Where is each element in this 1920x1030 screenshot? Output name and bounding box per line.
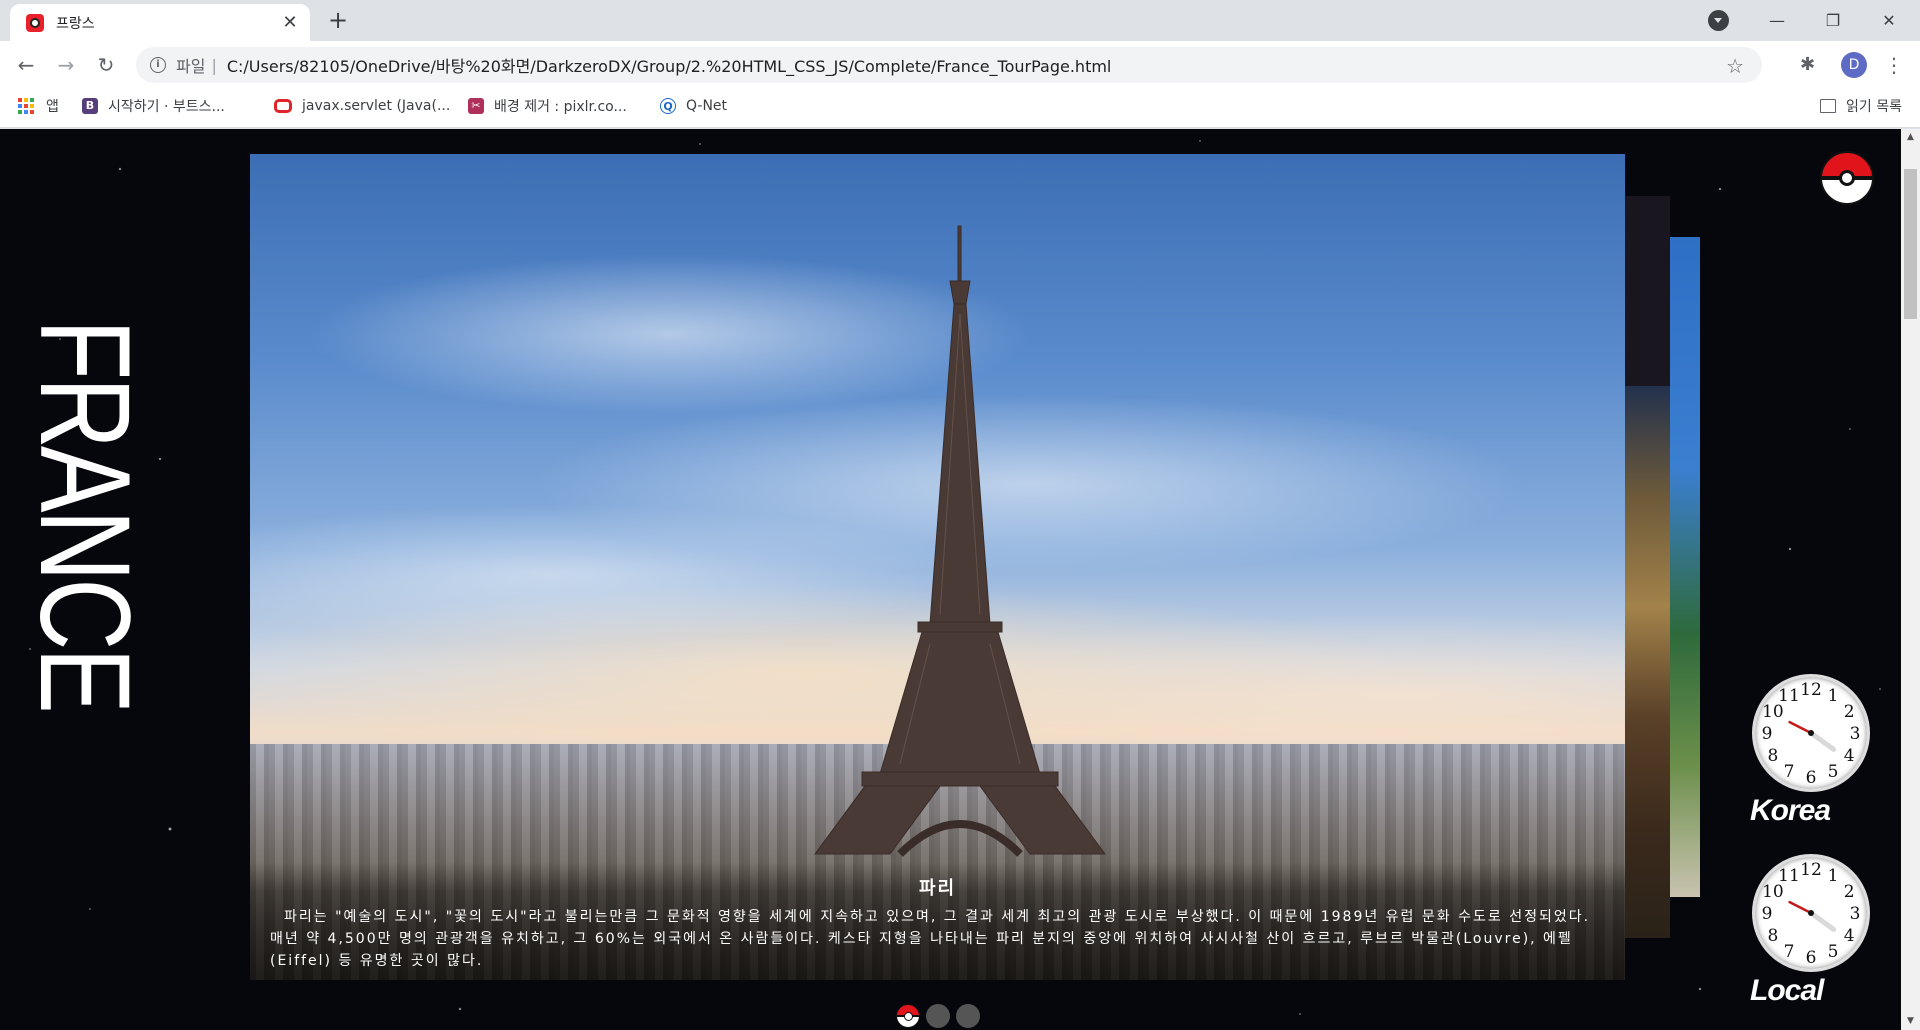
pagination-dot-active[interactable]: [896, 1004, 920, 1028]
analog-clock-face-icon: 1234567891011 12: [1762, 860, 1861, 968]
url-scheme: 파일: [176, 57, 206, 76]
tab-close-icon[interactable]: ✕: [280, 12, 300, 33]
page-title: FRANCE: [13, 319, 156, 719]
bookmark-label: Q-Net: [686, 98, 728, 114]
reading-list-button[interactable]: 읽기 목록: [1820, 89, 1902, 123]
tab-title: 프랑스: [56, 15, 95, 32]
pixlr-icon: ✂: [468, 98, 484, 114]
info-icon[interactable]: i: [150, 57, 166, 73]
clock-center-pin: [1808, 730, 1814, 736]
bookmark-qnet[interactable]: Q Q-Net: [660, 89, 727, 123]
tab-search-icon[interactable]: [1708, 10, 1729, 31]
pokeball-favicon-icon: [26, 13, 44, 32]
clock-numeral: 7: [1784, 942, 1795, 962]
bookmark-label: javax.servlet (Java(...: [302, 98, 451, 114]
page-scrollbar[interactable]: ▲ ▼: [1901, 129, 1920, 1030]
url-separator: |: [211, 55, 217, 75]
eiffel-tower-image: [814, 225, 1106, 857]
clock-numeral: 3: [1850, 904, 1861, 924]
extensions-puzzle-icon[interactable]: ✱: [1800, 54, 1822, 76]
analog-clock-face-icon: 1234567891011 12: [1762, 680, 1861, 788]
reload-button[interactable]: ↻: [90, 49, 122, 81]
tab-strip: 프랑스 ✕ + — ❐ ✕: [0, 0, 1920, 41]
bookmark-bootstrap[interactable]: B 시작하기 · 부트스...: [82, 89, 225, 123]
clock-numeral: 1: [1828, 686, 1839, 706]
bookmarks-bar: 앱 B 시작하기 · 부트스... javax.servlet (Java(..…: [0, 89, 1920, 128]
clock-numeral: 6: [1806, 948, 1817, 968]
clock-numeral: 12: [1800, 860, 1822, 880]
slide-caption: 파리 파리는 "예술의 도시", "꽃의 도시"라고 불리는만큼 그 문화적 영…: [250, 862, 1625, 980]
oracle-icon: [274, 99, 292, 113]
slide-pagination: [896, 1004, 980, 1028]
close-window-button[interactable]: ✕: [1862, 0, 1916, 41]
back-button[interactable]: ←: [10, 49, 42, 81]
clock-numeral: 4: [1844, 746, 1855, 766]
clock-numeral: 9: [1762, 724, 1773, 744]
slide-description: 파리는 "예술의 도시", "꽃의 도시"라고 불리는만큼 그 문화적 영향을 …: [270, 909, 1591, 969]
clock-numeral: 3: [1850, 724, 1861, 744]
reading-list-icon: [1820, 99, 1837, 113]
minimize-button[interactable]: —: [1750, 0, 1804, 41]
bookmark-label: 앱: [46, 99, 59, 115]
slide-main[interactable]: 파리 파리는 "예술의 도시", "꽃의 도시"라고 불리는만큼 그 문화적 영…: [250, 154, 1625, 980]
clock-numeral: 8: [1767, 926, 1778, 946]
clock-numeral: 5: [1828, 942, 1839, 962]
clock-numeral: 6: [1806, 768, 1817, 788]
clock-numeral: 8: [1767, 746, 1778, 766]
bookmark-apps[interactable]: 앱: [18, 89, 59, 123]
korea-clock-label: Korea: [1750, 794, 1831, 827]
clock-numeral: 5: [1828, 762, 1839, 782]
clock-hour-hand: [1788, 900, 1813, 915]
clock-numeral: 7: [1784, 762, 1795, 782]
bookmark-pixlr[interactable]: ✂ 배경 제거 : pixlr.co...: [468, 89, 627, 123]
forward-button[interactable]: →: [50, 49, 82, 81]
clock-minute-hand: [1808, 730, 1837, 752]
bookmark-label: 시작하기 · 부트스...: [108, 99, 225, 115]
browser-toolbar: ← → ↻ i 파일 | C:/Users/82105/OneDrive/바탕%…: [0, 41, 1920, 89]
clock-numeral: 4: [1844, 926, 1855, 946]
pokeball-menu-icon[interactable]: [1820, 151, 1874, 205]
clock-numeral: 1: [1828, 866, 1839, 886]
scroll-thumb[interactable]: [1904, 169, 1917, 319]
apps-grid-icon: [18, 98, 34, 114]
scroll-down-arrow-icon[interactable]: ▼: [1901, 1013, 1920, 1030]
clock-numeral: 2: [1844, 882, 1855, 902]
bookmark-label: 배경 제거 : pixlr.co...: [494, 99, 627, 115]
clock-numeral: 12: [1800, 680, 1822, 700]
reading-list-label: 읽기 목록: [1846, 99, 1902, 115]
pagination-dot[interactable]: [926, 1004, 950, 1028]
browser-menu-icon[interactable]: ⋮: [1884, 50, 1904, 80]
pagination-dot[interactable]: [956, 1004, 980, 1028]
bookmark-star-icon[interactable]: ☆: [1726, 54, 1744, 78]
bookmark-javax-servlet[interactable]: javax.servlet (Java(...: [274, 89, 450, 123]
clock-minute-hand: [1808, 910, 1837, 932]
clock-numeral: 9: [1762, 904, 1773, 924]
scroll-up-arrow-icon[interactable]: ▲: [1901, 129, 1920, 146]
restore-button[interactable]: ❐: [1806, 0, 1860, 41]
local-clock-label: Local: [1750, 974, 1824, 1007]
local-clock: 1 2 3 4 5 6 7 8 9 10 11 12: [1752, 854, 1870, 972]
address-bar[interactable]: i 파일 | C:/Users/82105/OneDrive/바탕%20화면/D…: [136, 47, 1762, 83]
profile-avatar[interactable]: D: [1841, 52, 1867, 78]
clock-numeral: 11: [1778, 686, 1800, 706]
clock-numeral: 11: [1778, 866, 1800, 886]
france-heading: FRANCE: [13, 319, 156, 711]
clock-center-pin: [1808, 910, 1814, 916]
clock-hour-hand: [1788, 720, 1813, 735]
clock-numeral: 2: [1844, 702, 1855, 722]
korea-clock: 1 2 3 4 5 6 7 8 9 10 11 12: [1752, 674, 1870, 792]
page-viewport: FRANCE 파리 파리는 "예술의 도시", "꽃의 도시"라고 불리는만큼 …: [0, 129, 1901, 1030]
url-text[interactable]: C:/Users/82105/OneDrive/바탕%20화면/Darkzero…: [227, 53, 1112, 77]
bootstrap-b-icon: B: [82, 98, 98, 114]
qnet-icon: Q: [660, 98, 676, 114]
browser-tab[interactable]: 프랑스 ✕: [10, 4, 310, 41]
slide-title: 파리: [918, 878, 957, 899]
new-tab-button[interactable]: +: [326, 8, 350, 33]
